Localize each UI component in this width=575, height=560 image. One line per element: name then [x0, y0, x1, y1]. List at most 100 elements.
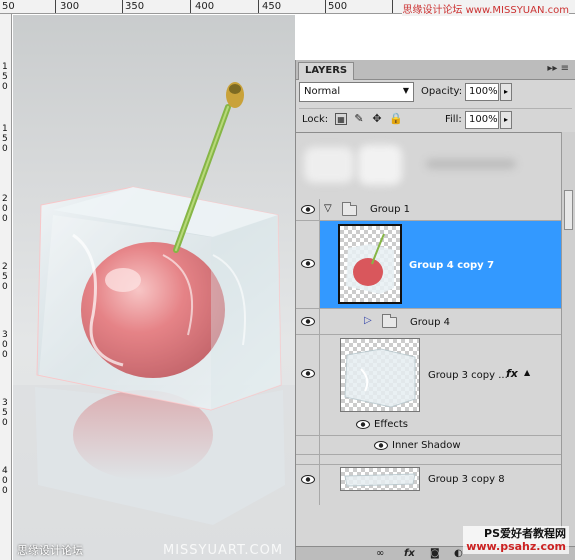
blend-mode-value: Normal: [304, 86, 341, 97]
eye-icon: [301, 475, 315, 484]
layer-name: Group 3 copy 8: [428, 474, 505, 485]
layer-row-group-4-copy-7[interactable]: Group 4 copy 7: [296, 221, 561, 309]
lock-all-icon[interactable]: 🔒: [389, 113, 403, 125]
lock-row: Lock: ▦ ✎ ✥ 🔒 Fill: 100% ▸: [299, 108, 572, 130]
lock-transparency-icon[interactable]: ▦: [335, 113, 347, 125]
layer-row-group-3-copy-8[interactable]: Group 3 copy 8: [296, 465, 561, 505]
folder-icon: [382, 314, 397, 328]
ruler-label: 0: [2, 350, 8, 360]
ruler-label: 400: [195, 1, 215, 12]
folder-icon: [342, 202, 357, 216]
eye-icon[interactable]: [374, 441, 388, 450]
add-style-icon[interactable]: fx: [404, 548, 415, 559]
lock-move-icon[interactable]: ✥: [371, 113, 383, 125]
layer-name: Group 4: [410, 317, 450, 328]
ruler-label: 1: [2, 124, 8, 134]
add-mask-icon[interactable]: ◙: [430, 548, 440, 559]
ruler-label: 3: [2, 330, 8, 340]
layer-row-group-4[interactable]: ▷ Group 4: [296, 309, 561, 335]
eye-icon: [301, 317, 315, 326]
vertical-ruler[interactable]: 1 5 0 1 5 0 2 0 0 2 5 0 3 0 0 3 5 0 4 0 …: [0, 14, 12, 560]
layer-thumbnail: [340, 338, 420, 412]
blend-row: Normal ▼ Opacity: 100% ▸: [299, 82, 572, 106]
visibility-toggle[interactable]: [296, 221, 320, 308]
horizontal-ruler[interactable]: 50 300 350 400 450 500 思缘设计论坛 www.MISSYU…: [0, 0, 575, 16]
effect-row-inner-shadow[interactable]: Inner Shadow: [296, 435, 561, 455]
expand-effects-icon[interactable]: ▲: [524, 368, 530, 377]
ice-cherry-artwork: [13, 82, 295, 560]
opacity-stepper-icon[interactable]: ▸: [500, 83, 512, 101]
ruler-label: 0: [2, 144, 8, 154]
effect-label: Inner Shadow: [392, 440, 461, 451]
adjustment-layer-icon[interactable]: ◐: [454, 548, 463, 559]
eye-column: [296, 436, 320, 454]
eye-column: [296, 415, 320, 435]
tab-layers[interactable]: LAYERS: [298, 62, 355, 80]
ruler-label: 2: [2, 262, 8, 272]
ruler-label: 0: [2, 214, 8, 224]
fill-stepper-icon[interactable]: ▸: [500, 111, 512, 129]
panel-header: LAYERS ▸▸ ≡: [296, 60, 575, 80]
visibility-toggle[interactable]: [296, 309, 320, 334]
ruler-label: 350: [125, 1, 145, 12]
ruler-label: 5: [2, 134, 8, 144]
opacity-label: Opacity:: [421, 86, 463, 97]
fill-input[interactable]: 100%: [465, 111, 499, 129]
lock-paint-icon[interactable]: ✎: [353, 113, 365, 125]
layers-list[interactable]: ▽ Group 1 Group 4 copy 7 ▷ Group 4 Group…: [296, 132, 561, 546]
layer-row-group-3-copy[interactable]: Group 3 copy ... fx ▲: [296, 335, 561, 415]
layer-row-group-1[interactable]: ▽ Group 1: [296, 199, 561, 221]
watermark-bottom-right: PS爱好者教程网 www.psahz.com: [463, 526, 569, 554]
watermark-top: 思缘设计论坛 www.MISSYUAN.com: [402, 1, 569, 16]
expand-triangle-icon[interactable]: ▽: [324, 203, 332, 214]
layer-name: Group 3 copy ...: [428, 370, 508, 381]
ruler-label: 1: [2, 62, 8, 72]
scrollbar-thumb[interactable]: [564, 190, 573, 230]
ruler-label: 50: [2, 1, 15, 12]
document-canvas[interactable]: 思缘设计论坛 MISSYUART.COM: [13, 15, 295, 560]
layers-scrollbar[interactable]: [561, 132, 575, 546]
panel-menu-icon[interactable]: ▸▸ ≡: [547, 63, 569, 74]
eye-icon[interactable]: [356, 420, 370, 429]
watermark-line-2: www.psahz.com: [466, 540, 566, 553]
ruler-label: 300: [60, 1, 80, 12]
layer-name: Group 4 copy 7: [409, 260, 495, 271]
chevron-down-icon: ▼: [402, 86, 409, 95]
layers-panel[interactable]: LAYERS ▸▸ ≡ Normal ▼ Opacity: 100% ▸ Loc…: [295, 60, 575, 560]
eye-icon: [301, 205, 315, 214]
ruler-label: 0: [2, 476, 8, 486]
ruler-label: 0: [2, 486, 8, 496]
ruler-label: 0: [2, 282, 8, 292]
effects-row[interactable]: Effects: [296, 415, 561, 435]
eye-icon: [301, 259, 315, 268]
layer-row-spacer: [296, 455, 561, 465]
ruler-label: 0: [2, 204, 8, 214]
opacity-input[interactable]: 100%: [465, 83, 499, 101]
visibility-toggle[interactable]: [296, 335, 320, 415]
blend-mode-select[interactable]: Normal ▼: [299, 82, 414, 102]
ruler-label: 0: [2, 418, 8, 428]
lock-label: Lock:: [302, 114, 329, 125]
fx-icon[interactable]: fx: [506, 367, 518, 380]
ruler-label: 450: [262, 1, 282, 12]
ruler-label: 5: [2, 408, 8, 418]
blurred-layer-row: [296, 133, 561, 199]
ruler-label: 3: [2, 398, 8, 408]
ruler-label: 5: [2, 272, 8, 282]
ruler-label: 4: [2, 466, 8, 476]
watermark-bottom-left: 思缘设计论坛: [17, 544, 83, 557]
collapse-triangle-icon[interactable]: ▷: [364, 315, 372, 326]
eye-icon: [301, 369, 315, 378]
visibility-toggle[interactable]: [296, 199, 320, 220]
layer-thumbnail: [340, 467, 420, 491]
watermark-bottom-mid: MISSYUART.COM: [163, 543, 284, 558]
ruler-label: 500: [328, 1, 348, 12]
ruler-label: 0: [2, 82, 8, 92]
eye-column: [296, 455, 320, 464]
link-layers-icon[interactable]: ∞: [376, 548, 384, 559]
visibility-toggle[interactable]: [296, 465, 320, 505]
effects-label: Effects: [374, 419, 408, 430]
layer-name: Group 1: [370, 204, 410, 215]
ruler-label: 2: [2, 194, 8, 204]
ruler-label: 0: [2, 340, 8, 350]
